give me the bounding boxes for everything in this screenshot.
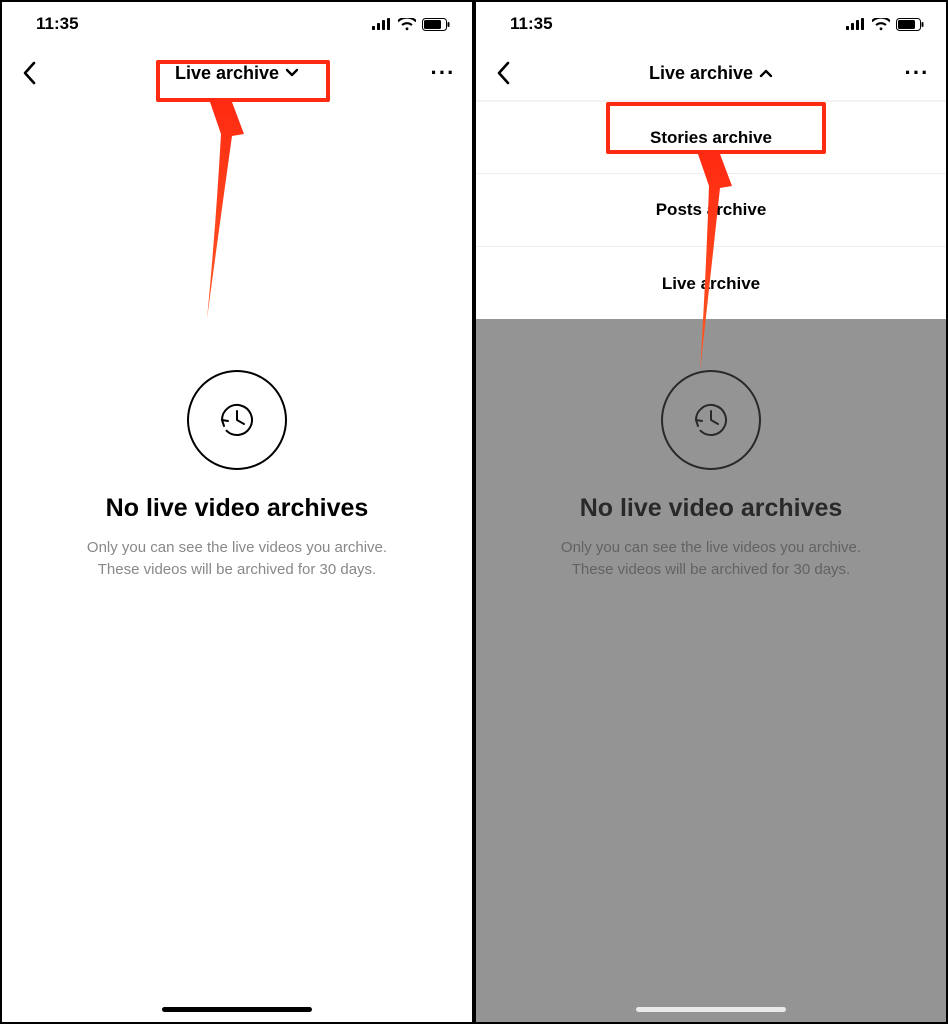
empty-subtext: Only you can see the live videos you arc… bbox=[87, 537, 387, 581]
more-options-button[interactable]: ··· bbox=[902, 60, 932, 86]
archive-title-label: Live archive bbox=[649, 63, 753, 84]
home-indicator[interactable] bbox=[636, 1007, 786, 1012]
wifi-icon bbox=[398, 18, 416, 31]
archive-title-dropdown[interactable]: Live archive bbox=[649, 63, 773, 84]
battery-icon bbox=[422, 18, 450, 31]
status-bar: 11:35 bbox=[2, 2, 472, 46]
phone-screenshot-right: 11:35 Live archive ··· bbox=[474, 0, 948, 1024]
status-time: 11:35 bbox=[36, 14, 79, 34]
cell-signal-icon bbox=[372, 18, 392, 30]
phone-screenshot-left: 11:35 Live archive ··· bbox=[0, 0, 474, 1024]
nav-bar: Live archive ··· bbox=[2, 46, 472, 100]
cell-signal-icon bbox=[846, 18, 866, 30]
back-button[interactable] bbox=[16, 60, 42, 86]
back-button[interactable] bbox=[490, 60, 516, 86]
status-time: 11:35 bbox=[510, 14, 553, 34]
chevron-left-icon bbox=[22, 61, 37, 85]
home-indicator[interactable] bbox=[162, 1007, 312, 1012]
dropdown-item-live-archive[interactable]: Live archive bbox=[476, 247, 946, 320]
modal-dim-overlay[interactable] bbox=[476, 319, 946, 1022]
status-bar: 11:35 bbox=[476, 2, 946, 46]
chevron-down-icon bbox=[285, 66, 299, 80]
dropdown-item-stories-archive[interactable]: Stories archive bbox=[476, 101, 946, 174]
archive-title-dropdown[interactable]: Live archive bbox=[175, 63, 299, 84]
chevron-left-icon bbox=[496, 61, 511, 85]
wifi-icon bbox=[872, 18, 890, 31]
history-icon bbox=[213, 396, 261, 444]
archive-title-label: Live archive bbox=[175, 63, 279, 84]
battery-icon bbox=[896, 18, 924, 31]
empty-state: No live video archives Only you can see … bbox=[59, 370, 415, 581]
content-area: No live video archives Only you can see … bbox=[2, 100, 472, 1022]
history-circle-icon bbox=[187, 370, 287, 470]
more-options-button[interactable]: ··· bbox=[428, 60, 458, 86]
chevron-up-icon bbox=[759, 66, 773, 80]
status-indicators bbox=[372, 18, 450, 31]
dropdown-item-posts-archive[interactable]: Posts archive bbox=[476, 174, 946, 247]
empty-headline: No live video archives bbox=[106, 494, 369, 523]
archive-dropdown-panel: Stories archive Posts archive Live archi… bbox=[476, 100, 946, 320]
nav-bar: Live archive ··· bbox=[476, 46, 946, 100]
status-indicators bbox=[846, 18, 924, 31]
